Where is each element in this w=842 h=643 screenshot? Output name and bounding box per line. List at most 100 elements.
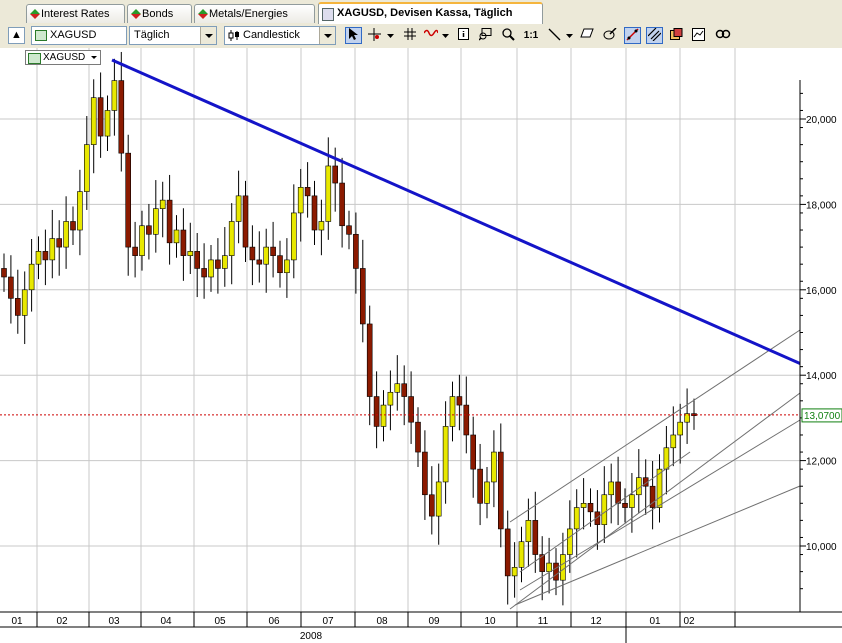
month-label: 04 [160,616,172,627]
tab-bonds[interactable]: Bonds [127,4,192,23]
eraser-button[interactable] [578,27,595,44]
symbol-input[interactable]: XAGUSD [31,26,127,45]
line-tool-button[interactable] [546,27,563,44]
candle-up [518,541,525,568]
price-chart[interactable]: 20,000 18,000 16,000 14,000 12,000 10,000 13,0… [0,48,842,643]
chevron-down-icon [441,34,449,38]
month-label: 11 [538,616,549,627]
template-button[interactable] [668,27,685,44]
crosshair-tool-button[interactable] [366,27,383,44]
tab-label: Interest Rates [41,8,110,20]
channel-tool-button[interactable] [646,27,663,44]
symbol-badge[interactable]: XAGUSD [25,50,101,65]
price-axis-bg [800,48,842,612]
candle-up [159,199,166,209]
candle-down [408,396,414,423]
line-tool-dropdown[interactable] [564,27,574,44]
month-label: 10 [484,616,496,627]
symbol-icon [35,30,47,41]
candle-up [629,494,635,508]
chart-document-icon [322,8,334,21]
candle-up [546,562,552,572]
candle-up [90,97,97,145]
link-button[interactable] [714,27,731,44]
last-price-label: 13,0700 [804,411,841,422]
candle-down [463,404,470,436]
month-label: 07 [322,616,334,627]
chart-window-button[interactable] [690,27,707,44]
indicator-dropdown[interactable] [440,27,450,44]
down-arrow-icon [198,14,208,19]
zoom-reset-button[interactable]: 1:1 [521,27,541,44]
candle-up [387,391,394,406]
candle-down [401,383,408,397]
line-tool-icon [548,28,561,41]
chart-toolbar: ▲ XAGUSD Täglich Candlestick 1:1 [0,24,842,49]
tab-metals-energies[interactable]: Metals/Energies [194,4,315,23]
symbol-badge-label: XAGUSD [43,52,86,63]
indicator-tool-button[interactable] [422,27,439,44]
zoom-window-button[interactable] [477,27,494,44]
zoom-window-icon [478,28,492,41]
chart-style-select[interactable]: Candlestick [224,26,336,45]
chevron-down-icon [565,34,573,38]
chart-window-icon [692,28,705,41]
crosshair-dropdown[interactable] [385,27,395,44]
candle-up [449,396,456,427]
chart-canvas[interactable]: 20,000 18,000 16,000 14,000 12,000 10,000 13,0… [0,48,842,643]
interval-select[interactable]: Täglich [129,26,217,45]
candle-down [132,246,138,256]
channel-line [519,419,801,591]
month-label: 05 [214,616,226,627]
channel-line [519,451,691,573]
candle-up [677,421,684,436]
candle-down [180,229,187,256]
tab-xagusd-chart[interactable]: XAGUSD, Devisen Kassa, Täglich [318,2,543,24]
month-label: 08 [376,616,388,627]
month-label: 02 [683,616,695,627]
object-properties-button[interactable] [601,27,618,44]
grid-tool-button[interactable] [401,27,418,44]
candle-down [359,268,366,325]
info-tool-button[interactable] [455,27,472,44]
candle-up [208,259,214,278]
candle-down [166,199,173,244]
chevron-down-icon[interactable] [200,27,216,44]
zoom-button[interactable] [500,27,517,44]
candle-down [311,195,318,231]
candle-up [318,221,325,231]
candle-up [173,229,180,244]
symbol-icon [28,53,41,64]
candle-up [511,567,518,577]
candle-down [304,187,311,197]
collapse-up-button[interactable]: ▲ [8,27,25,44]
candle-down [270,246,276,256]
candle-down [504,528,511,577]
candle-down [256,259,263,265]
candle-down [332,165,339,184]
candle-down [470,434,477,470]
month-label: 12 [590,616,602,627]
candle-down [587,502,594,513]
tab-interest-rates[interactable]: Interest Rates [26,4,125,23]
candle-down [422,451,428,496]
price-tick-label: 12,000 [806,457,837,468]
candle-down [373,396,380,427]
downtrend-line [111,58,842,384]
price-tick-label: 14,000 [806,371,837,382]
candle-up [566,528,573,555]
chevron-down-icon[interactable] [319,27,335,44]
candle-down [1,268,7,278]
candle-down [201,268,207,278]
candle-up [104,110,111,137]
candle-down [477,468,483,504]
month-label: 09 [428,616,440,627]
candle-up [111,80,118,111]
pointer-tool-button[interactable] [345,27,362,44]
candle-down [456,396,463,406]
auto-trendline-button[interactable] [624,27,641,44]
candle-up [284,259,290,274]
candle-down [622,502,628,508]
channel-line [509,392,801,610]
month-label: 01 [11,616,23,627]
